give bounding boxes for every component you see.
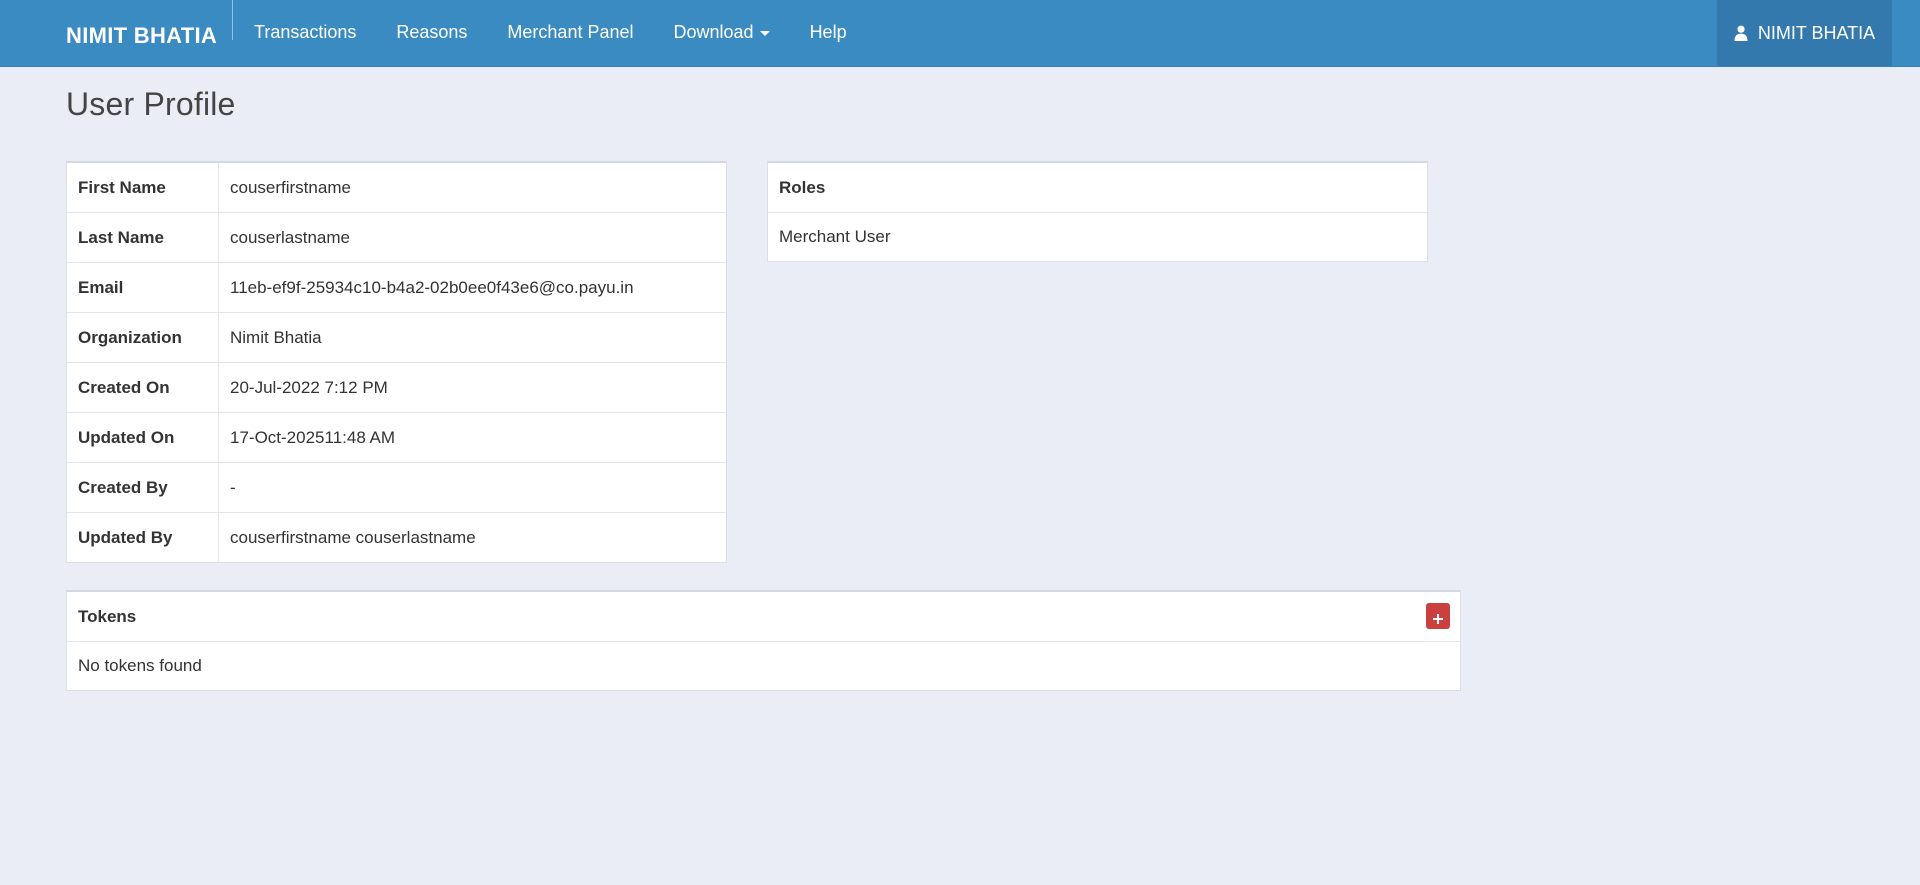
table-row: Organization Nimit Bhatia bbox=[67, 312, 726, 363]
nav-links: Transactions Reasons Merchant Panel Down… bbox=[234, 0, 867, 66]
table-row: Created By - bbox=[67, 462, 726, 513]
field-value-first-name: couserfirstname bbox=[230, 177, 351, 197]
role-item: Merchant User bbox=[779, 227, 891, 246]
table-row: Last Name couserlastname bbox=[67, 212, 726, 263]
field-value-email: 11eb-ef9f-25934c10-b4a2-02b0ee0f43e6@co.… bbox=[218, 262, 726, 313]
tokens-title: Tokens bbox=[78, 607, 137, 626]
nav-link-help[interactable]: Help bbox=[790, 0, 867, 66]
nav-dropdown-download[interactable]: Download bbox=[654, 0, 790, 66]
field-label-updated-on: Updated On bbox=[67, 412, 219, 463]
nav-link-transactions[interactable]: Transactions bbox=[234, 0, 376, 66]
brand-logo[interactable]: NIMIT BHATIA bbox=[66, 0, 217, 66]
roles-header: Roles bbox=[768, 163, 1427, 213]
field-value-created-by: - bbox=[218, 462, 726, 513]
nav-download-label: Download bbox=[673, 22, 754, 42]
tokens-empty-message: No tokens found bbox=[78, 656, 202, 675]
user-menu-label: NIMIT BHATIA bbox=[1757, 22, 1876, 43]
table-row: Created On 20-Jul-2022 7:12 PM bbox=[67, 362, 726, 413]
nav-link-reasons[interactable]: Reasons bbox=[376, 0, 487, 66]
table-row: Updated By couserfirstname couserlastnam… bbox=[67, 512, 726, 562]
field-label-created-by: Created By bbox=[67, 462, 219, 513]
table-row: First Name couserfirstname bbox=[67, 163, 726, 213]
tokens-panel: Tokens No tokens found bbox=[66, 590, 1461, 691]
field-label-updated-by: Updated By bbox=[67, 512, 219, 562]
field-value-updated-on: 17-Oct-202511:48 AM bbox=[218, 412, 726, 463]
field-label-created-on: Created On bbox=[67, 362, 219, 413]
user-icon bbox=[1734, 25, 1748, 41]
field-label-email: Email bbox=[67, 262, 219, 313]
page-title: User Profile bbox=[66, 86, 236, 122]
table-row: Email 11eb-ef9f-25934c10-b4a2-02b0ee0f43… bbox=[67, 262, 726, 313]
roles-panel: Roles Merchant User bbox=[767, 161, 1428, 262]
table-row: Updated On 17-Oct-202511:48 AM bbox=[67, 412, 726, 463]
top-navbar: NIMIT BHATIA Transactions Reasons Mercha… bbox=[0, 0, 1920, 67]
field-value-last-name: couserlastname bbox=[218, 212, 726, 263]
tokens-header: Tokens bbox=[67, 592, 1460, 642]
field-value-created-on: 20-Jul-2022 7:12 PM bbox=[218, 362, 726, 413]
field-value-organization: Nimit Bhatia bbox=[218, 312, 726, 363]
plus-icon bbox=[1433, 614, 1443, 624]
add-token-button[interactable] bbox=[1426, 603, 1450, 629]
profile-details-table: First Name couserfirstname Last Name cou… bbox=[67, 163, 726, 562]
field-label-first-name: First Name bbox=[67, 163, 219, 213]
nav-link-merchant-panel[interactable]: Merchant Panel bbox=[487, 0, 653, 66]
brand-divider bbox=[232, 0, 233, 40]
user-menu[interactable]: NIMIT BHATIA bbox=[1717, 0, 1892, 66]
field-label-last-name: Last Name bbox=[67, 212, 219, 263]
caret-down-icon bbox=[759, 30, 770, 36]
profile-details-panel: First Name couserfirstname Last Name cou… bbox=[66, 161, 727, 563]
field-label-organization: Organization bbox=[67, 312, 219, 363]
field-value-updated-by: couserfirstname couserlastname bbox=[218, 512, 726, 562]
